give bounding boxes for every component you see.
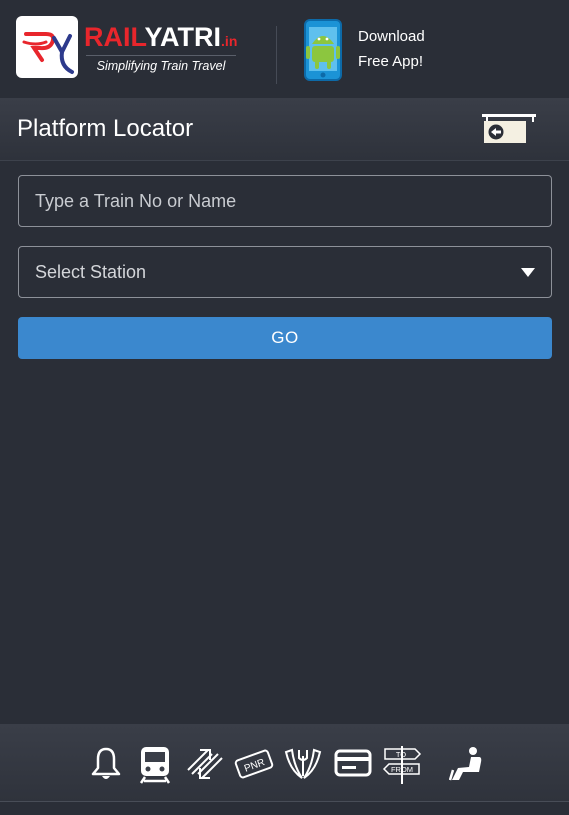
food-icon[interactable] — [284, 746, 322, 787]
from-label: FROM — [391, 765, 413, 774]
station-select[interactable]: Select Station — [18, 246, 552, 298]
railyatri-logo-icon[interactable] — [16, 16, 78, 78]
station-select-value: Select Station — [35, 261, 147, 282]
to-from-signpost-icon[interactable]: TO FROM — [382, 746, 422, 789]
card-icon[interactable] — [334, 746, 372, 787]
footer-strip — [0, 802, 569, 815]
android-phone-icon[interactable] — [300, 18, 346, 89]
header-divider — [276, 26, 277, 84]
brand-wordmark: RAILYATRI.in — [84, 22, 237, 56]
top-header: RAILYATRI.in Simplifying Train Travel Do… — [0, 0, 569, 98]
train-search-input[interactable] — [18, 175, 552, 227]
brand-yatri: YATRI — [144, 22, 222, 52]
caret-down-icon — [521, 268, 535, 277]
bell-icon[interactable] — [90, 746, 122, 787]
download-line1: Download — [358, 28, 425, 45]
download-line2: Free App! — [358, 53, 424, 70]
brand-tld: .in — [221, 33, 238, 49]
bottom-nav: PNR TO FROM — [0, 724, 569, 802]
go-button[interactable]: GO — [18, 317, 552, 359]
train-icon[interactable] — [139, 746, 171, 789]
to-label: TO — [396, 750, 406, 759]
seat-icon[interactable] — [448, 746, 485, 789]
brand-tagline: Simplifying Train Travel — [86, 55, 236, 73]
brand-rail: RAIL — [84, 22, 145, 52]
page-title: Platform Locator — [17, 115, 194, 142]
pnr-label: PNR — [243, 757, 267, 775]
swap-arrows-icon[interactable] — [186, 746, 224, 787]
pnr-ticket-icon[interactable]: PNR — [234, 746, 274, 787]
download-app-link[interactable]: Download Free App! — [358, 24, 425, 74]
back-signboard-icon[interactable] — [482, 113, 538, 150]
